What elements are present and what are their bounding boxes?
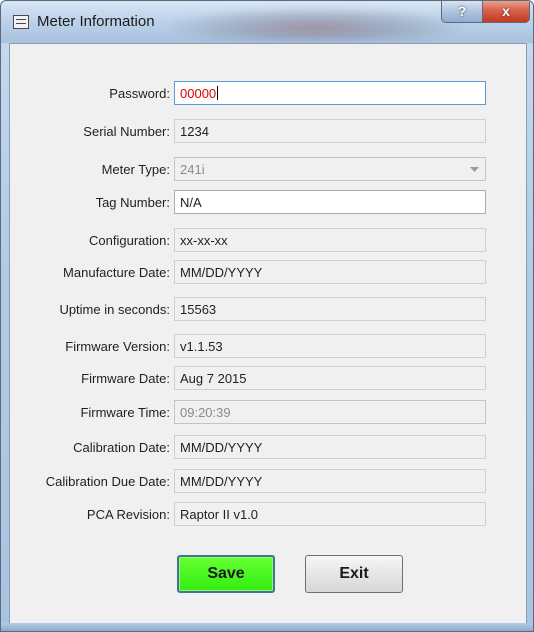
calibration-due-date-label: Calibration Due Date: bbox=[45, 474, 170, 489]
save-button[interactable]: Save bbox=[177, 555, 275, 593]
window-title: Meter Information bbox=[37, 13, 155, 30]
firmware-date-row: Firmware Date: Aug 7 2015 bbox=[10, 366, 528, 392]
close-button[interactable]: x bbox=[482, 1, 530, 23]
password-value: 00000 bbox=[180, 86, 217, 101]
meter-type-row: Meter Type: 241i bbox=[10, 157, 528, 183]
tag-number-input[interactable]: N/A bbox=[174, 190, 486, 214]
uptime-row: Uptime in seconds: 15563 bbox=[10, 297, 528, 323]
pca-revision-field: Raptor II v1.0 bbox=[174, 502, 486, 526]
chevron-down-icon[interactable] bbox=[463, 158, 485, 180]
password-label: Password: bbox=[109, 86, 170, 101]
configuration-field: xx-xx-xx bbox=[174, 228, 486, 252]
calibration-due-date-field: MM/DD/YYYY bbox=[174, 469, 486, 493]
form-panel: Password: 00000 Serial Number: 1234 Mete… bbox=[9, 43, 527, 625]
tag-number-row: Tag Number: N/A bbox=[10, 190, 528, 216]
manufacture-date-field: MM/DD/YYYY bbox=[174, 260, 486, 284]
pca-revision-row: PCA Revision: Raptor II v1.0 bbox=[10, 502, 528, 528]
meter-type-label: Meter Type: bbox=[101, 162, 170, 177]
title-bar-background bbox=[171, 7, 461, 41]
serial-number-label: Serial Number: bbox=[83, 124, 170, 139]
calibration-date-label: Calibration Date: bbox=[73, 440, 170, 455]
password-input[interactable]: 00000 bbox=[174, 81, 486, 105]
firmware-time-row: Firmware Time: 09:20:39 bbox=[10, 400, 528, 426]
manufacture-date-label: Manufacture Date: bbox=[63, 265, 170, 280]
calibration-date-field: MM/DD/YYYY bbox=[174, 435, 486, 459]
title-bar[interactable]: Meter Information ? x bbox=[1, 1, 533, 43]
firmware-date-field: Aug 7 2015 bbox=[174, 366, 486, 390]
window-bottom-border bbox=[1, 623, 533, 631]
window-icon bbox=[13, 15, 29, 29]
configuration-label: Configuration: bbox=[89, 233, 170, 248]
manufacture-date-row: Manufacture Date: MM/DD/YYYY bbox=[10, 260, 528, 286]
configuration-row: Configuration: xx-xx-xx bbox=[10, 228, 528, 254]
calibration-due-date-row: Calibration Due Date: MM/DD/YYYY bbox=[10, 469, 528, 495]
help-button[interactable]: ? bbox=[441, 1, 483, 23]
pca-revision-label: PCA Revision: bbox=[86, 507, 170, 522]
firmware-date-label: Firmware Date: bbox=[81, 371, 170, 386]
meter-type-value: 241i bbox=[180, 162, 205, 177]
uptime-field: 15563 bbox=[174, 297, 486, 321]
calibration-date-row: Calibration Date: MM/DD/YYYY bbox=[10, 435, 528, 461]
text-caret bbox=[217, 86, 219, 100]
firmware-time-label: Firmware Time: bbox=[80, 405, 170, 420]
firmware-time-field: 09:20:39 bbox=[174, 400, 486, 424]
password-row: Password: 00000 bbox=[10, 81, 528, 107]
serial-number-field: 1234 bbox=[174, 119, 486, 143]
tag-number-label: Tag Number: bbox=[95, 195, 170, 210]
meter-type-select[interactable]: 241i bbox=[174, 157, 486, 181]
uptime-label: Uptime in seconds: bbox=[59, 302, 170, 317]
firmware-version-field: v1.1.53 bbox=[174, 334, 486, 358]
meter-information-window: Meter Information ? x Password: 00000 Se… bbox=[0, 0, 534, 632]
exit-button[interactable]: Exit bbox=[305, 555, 403, 593]
firmware-version-row: Firmware Version: v1.1.53 bbox=[10, 334, 528, 360]
serial-number-row: Serial Number: 1234 bbox=[10, 119, 528, 145]
firmware-version-label: Firmware Version: bbox=[65, 339, 170, 354]
